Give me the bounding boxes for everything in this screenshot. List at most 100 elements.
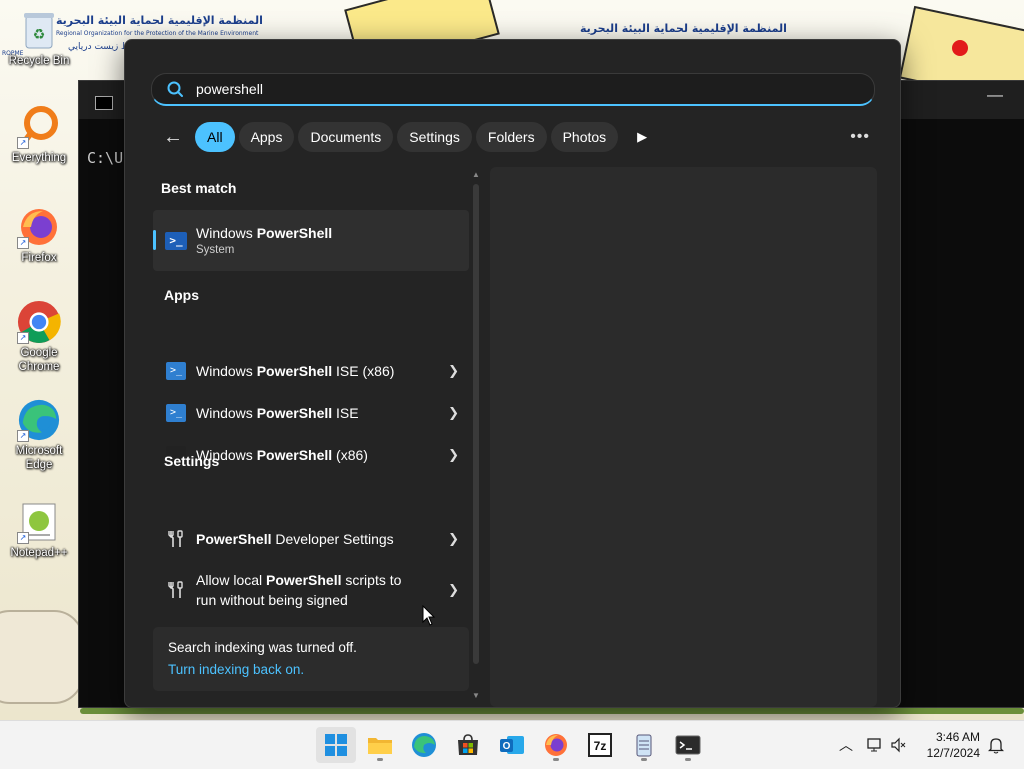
desktop-icon-everything[interactable]: ↗ Everything — [4, 105, 74, 165]
powershell-ise-icon: >_ — [165, 402, 187, 424]
firefox-icon — [545, 734, 567, 756]
turn-indexing-on-link[interactable]: Turn indexing back on. — [168, 662, 304, 677]
shortcut-arrow-icon: ↗ — [17, 332, 29, 344]
shortcut-arrow-icon: ↗ — [17, 237, 29, 249]
apps-header: Apps — [164, 287, 199, 303]
back-arrow-icon[interactable]: ← — [155, 122, 191, 152]
clock-date: 12/7/2024 — [926, 746, 980, 760]
notification-bell-icon[interactable] — [988, 736, 1004, 754]
edge-icon: ↗ — [17, 398, 61, 442]
svg-text:♻: ♻ — [33, 26, 46, 42]
scrollbar-thumb[interactable] — [473, 184, 479, 664]
shortcut-arrow-icon: ↗ — [17, 137, 29, 149]
scroll-up-icon[interactable]: ▲ — [470, 170, 482, 179]
search-icon — [167, 81, 183, 97]
filter-bar: ← All Apps Documents Settings Folders Ph… — [155, 122, 662, 152]
outlook-icon: O — [500, 736, 524, 754]
system-tray: ︿ — [836, 721, 908, 769]
settings-tools-icon — [165, 528, 187, 550]
show-hidden-icons-chevron-up-icon[interactable]: ︿ — [836, 735, 856, 755]
notepad-plus-plus-icon: ↗ — [17, 500, 61, 544]
taskbar-outlook[interactable]: O — [492, 727, 532, 763]
taskbar-firefox[interactable] — [536, 727, 576, 763]
taskbar-microsoft-store[interactable] — [448, 727, 488, 763]
setting-label-suffix: scripts to — [341, 572, 402, 588]
setting-label-bold: PowerShell — [266, 572, 342, 588]
preview-pane — [490, 167, 877, 707]
start-button[interactable] — [316, 727, 356, 763]
desktop-icon-google-chrome[interactable]: ↗ Google Chrome — [4, 300, 74, 374]
minimize-button[interactable]: — — [987, 87, 1003, 105]
indexing-notice: Search indexing was turned off. Turn ind… — [153, 627, 469, 691]
chevron-right-icon[interactable]: ❯ — [448, 582, 459, 598]
filter-apps[interactable]: Apps — [238, 122, 295, 152]
desktop-icon-firefox[interactable]: ↗ Firefox — [4, 205, 74, 265]
search-input[interactable] — [194, 80, 798, 98]
desktop-icon-notepad-plus-plus[interactable]: ↗ Notepad++ — [4, 500, 74, 560]
taskbar-terminal[interactable] — [668, 727, 708, 763]
filter-folders[interactable]: Folders — [475, 122, 547, 152]
terminal-icon — [675, 735, 701, 755]
svg-text:O: O — [503, 741, 511, 752]
search-box[interactable] — [151, 73, 875, 106]
app-label-suffix: ISE (x86) — [332, 363, 395, 379]
app-label-prefix: Windows — [196, 363, 257, 379]
scroll-down-icon[interactable]: ▼ — [470, 691, 482, 700]
indexing-notice-text: Search indexing was turned off. — [168, 640, 357, 655]
setting-label-suffix: Developer Settings — [271, 531, 394, 547]
recycle-bin-icon: ♻ — [17, 8, 61, 52]
shortcut-arrow-icon: ↗ — [17, 532, 29, 544]
file-explorer-icon — [368, 738, 392, 754]
more-filters-play-icon[interactable]: ▶ — [622, 129, 662, 145]
chrome-icon: ↗ — [17, 300, 61, 344]
wallpaper-scroll — [0, 610, 84, 704]
best-match-prefix: Windows — [196, 225, 257, 241]
chevron-right-icon[interactable]: ❯ — [448, 531, 459, 547]
7zip-icon: 7z — [588, 733, 612, 757]
setting-label-prefix: Allow local — [196, 572, 267, 588]
app-label-prefix: Windows — [196, 405, 257, 421]
chevron-right-icon[interactable]: ❯ — [448, 447, 459, 463]
taskbar-7zip[interactable]: 7z — [580, 727, 620, 763]
best-match-item[interactable]: >_ Windows PowerShell System — [153, 210, 469, 271]
start-search-panel: ← All Apps Documents Settings Folders Ph… — [124, 39, 901, 708]
cmd-icon — [95, 96, 113, 110]
app-item-powershell-ise[interactable]: >_ Windows PowerShell ISE ❯ — [153, 396, 469, 430]
settings-tools-icon — [165, 579, 187, 601]
chevron-right-icon[interactable]: ❯ — [448, 363, 459, 379]
best-match-header: Best match — [161, 180, 237, 196]
app-item-powershell-ise-x86[interactable]: >_ Windows PowerShell ISE (x86) ❯ — [153, 354, 469, 388]
desktop-icon-microsoft-edge[interactable]: ↗ Microsoft Edge — [4, 398, 74, 472]
app-label-suffix: (x86) — [332, 447, 368, 463]
microsoft-store-icon — [458, 734, 478, 755]
everything-search-icon: ↗ — [17, 105, 61, 149]
wallpaper-banner-english: Regional Organization for the Protection… — [56, 30, 259, 37]
desktop-icon-recycle-bin[interactable]: ♻ Recycle Bin — [4, 8, 74, 68]
clock[interactable]: 3:46 AM 12/7/2024 — [927, 729, 980, 761]
shortcut-arrow-icon: ↗ — [17, 430, 29, 442]
taskbar-notepad[interactable] — [624, 727, 664, 763]
settings-header: Settings — [164, 453, 220, 469]
filter-photos[interactable]: Photos — [550, 122, 619, 152]
windows-start-icon — [325, 734, 347, 756]
more-options-icon[interactable]: ••• — [850, 128, 870, 146]
network-icon[interactable] — [866, 737, 884, 753]
powershell-icon: >_ — [165, 230, 187, 252]
wallpaper-pin — [952, 40, 968, 56]
chevron-right-icon[interactable]: ❯ — [448, 405, 459, 421]
app-label-bold: PowerShell — [256, 363, 333, 379]
running-indicator — [377, 758, 383, 761]
filter-all[interactable]: All — [195, 122, 235, 152]
app-label-bold: PowerShell — [256, 405, 333, 421]
volume-muted-icon[interactable] — [890, 737, 908, 753]
filter-settings[interactable]: Settings — [397, 122, 472, 152]
wallpaper-banner-arabic: المنظمة الإقليمية لحماية البيئة البحرية — [56, 14, 263, 27]
firefox-icon: ↗ — [17, 205, 61, 249]
filter-documents[interactable]: Documents — [298, 122, 394, 152]
taskbar-edge[interactable] — [404, 727, 444, 763]
settings-item-developer-settings[interactable]: PowerShell Developer Settings ❯ — [153, 522, 469, 556]
results-scrollbar[interactable]: ▲ ▼ — [470, 170, 482, 700]
setting-label-line2: run without being signed — [196, 592, 348, 608]
taskbar-file-explorer[interactable] — [360, 727, 400, 763]
wallpaper-vine — [80, 708, 1024, 714]
